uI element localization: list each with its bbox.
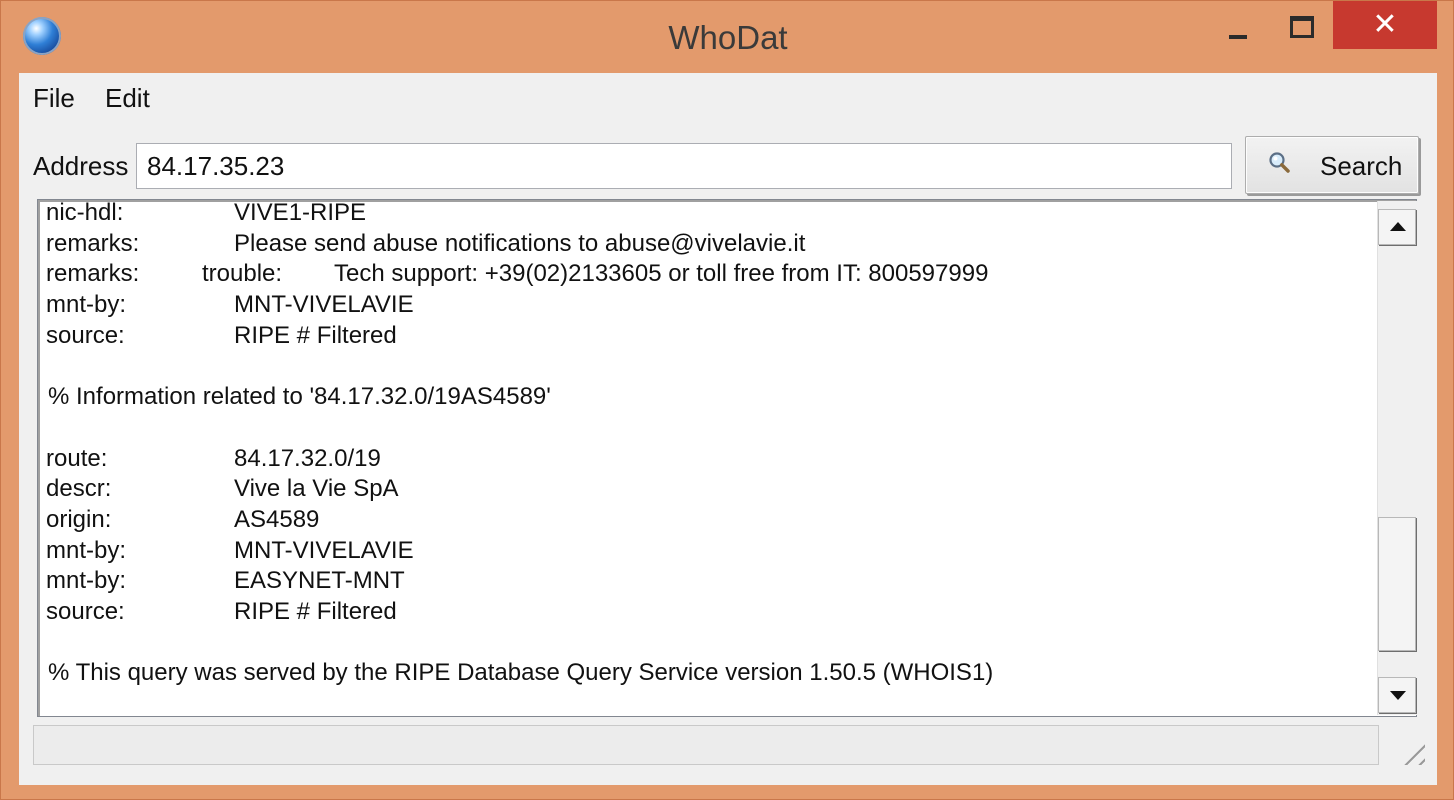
output-key: origin:: [46, 505, 112, 533]
magnifier-icon: [1269, 152, 1290, 173]
scroll-thumb[interactable]: [1378, 517, 1416, 651]
menu-file[interactable]: File: [33, 83, 75, 114]
maximize-button[interactable]: [1271, 1, 1331, 49]
resize-grip-icon[interactable]: [1397, 737, 1425, 765]
output-value: RIPE # Filtered: [234, 597, 397, 625]
output-key: mnt-by:: [46, 567, 127, 595]
output-value: MNT-VIVELAVIE: [234, 291, 414, 319]
output-text: % Information related to '84.17.32.0/19A…: [48, 383, 551, 411]
output-key: source:: [46, 597, 125, 625]
client-area: File Edit Address Search nic-hdl: VIVE1-R…: [19, 73, 1437, 785]
output-key: mnt-by:: [46, 291, 127, 319]
title-bar[interactable]: WhoDat ✕: [1, 1, 1454, 71]
search-button-label: Search: [1320, 151, 1403, 181]
app-window: WhoDat ✕ File Edit Address Search nic-hd…: [0, 0, 1454, 800]
output-value: 84.17.32.0/19: [234, 444, 381, 472]
output-value: MNT-VIVELAVIE: [234, 536, 414, 564]
whois-output[interactable]: nic-hdl: VIVE1-RIPE remarks: Please send ab…: [37, 199, 1417, 717]
output-value-detail: Tech support: +39(02)2133605 or toll fre…: [334, 260, 989, 288]
output-key: source:: [46, 321, 125, 349]
address-label: Address: [33, 151, 129, 181]
output-key: nic-hdl:: [46, 199, 124, 226]
output-value: VIVE1-RIPE: [234, 199, 367, 226]
vertical-scrollbar[interactable]: [1377, 201, 1418, 715]
output-value: Please send abuse notifications to abuse…: [234, 229, 806, 257]
output-value: EASYNET-MNT: [234, 567, 405, 595]
output-key: remarks:: [46, 260, 140, 288]
minimize-button[interactable]: [1209, 1, 1269, 49]
output-value: AS4589: [234, 505, 320, 533]
close-button[interactable]: ✕: [1333, 1, 1437, 49]
output-key: mnt-by:: [46, 536, 127, 564]
output-value: Vive la Vie SpA: [234, 475, 399, 503]
output-value: RIPE # Filtered: [234, 321, 397, 349]
address-input[interactable]: [136, 143, 1232, 189]
output-key: descr:: [46, 475, 112, 503]
menu-bar: File Edit: [19, 73, 1437, 121]
scroll-up-arrow-icon[interactable]: [1378, 209, 1416, 245]
output-key: remarks:: [46, 229, 140, 257]
scroll-down-arrow-icon[interactable]: [1378, 677, 1416, 713]
output-text: % This query was served by the RIPE Data…: [48, 659, 994, 687]
search-button[interactable]: Search: [1245, 136, 1419, 194]
output-key: route:: [46, 444, 108, 472]
menu-edit[interactable]: Edit: [105, 83, 150, 114]
output-value: trouble:: [202, 260, 283, 288]
status-bar: [33, 725, 1379, 765]
